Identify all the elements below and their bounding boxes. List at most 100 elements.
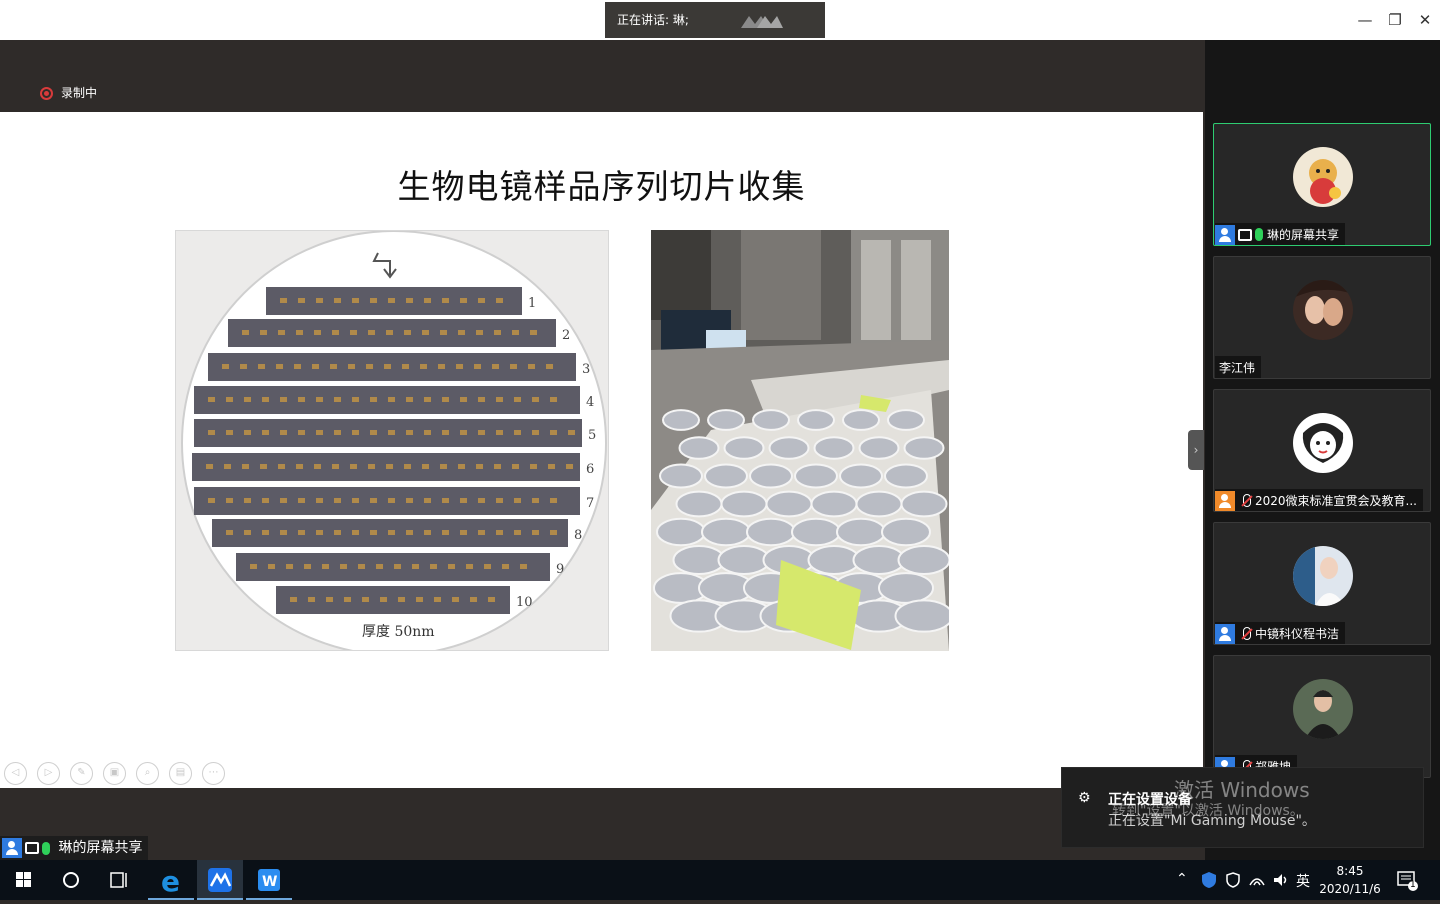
notification-icon bbox=[1397, 871, 1418, 891]
ime-indicator[interactable]: 英 bbox=[1296, 871, 1310, 891]
section-slice bbox=[352, 498, 359, 503]
section-slice bbox=[458, 330, 465, 335]
search-button[interactable] bbox=[48, 860, 94, 900]
edge-icon: e bbox=[161, 865, 180, 898]
petri-dish bbox=[884, 463, 928, 489]
section-slice bbox=[286, 564, 293, 569]
more-icon[interactable]: ⋯ bbox=[202, 762, 225, 785]
petri-dish bbox=[768, 436, 810, 460]
section-slice bbox=[316, 430, 323, 435]
network-tray-icon[interactable] bbox=[1248, 871, 1266, 893]
section-slice bbox=[388, 530, 395, 535]
previous-slide-icon[interactable]: ◁ bbox=[4, 762, 27, 785]
petri-dish bbox=[717, 544, 771, 576]
strip-number: 10 bbox=[516, 595, 533, 610]
active-speaker-indicator: 正在讲话: 琳; bbox=[605, 2, 825, 38]
petri-dish bbox=[794, 463, 838, 489]
participant-tile[interactable]: 2020微束标准宣贯会及教育... bbox=[1213, 389, 1431, 512]
section-slice bbox=[244, 397, 251, 402]
section-slice bbox=[262, 430, 269, 435]
section-slice bbox=[430, 564, 437, 569]
section-strip bbox=[194, 386, 580, 414]
participant-tile[interactable]: 郑雅坤 bbox=[1213, 655, 1431, 778]
section-slice bbox=[352, 397, 359, 402]
participant-tile[interactable]: 琳的屏幕共享 bbox=[1213, 123, 1431, 246]
next-slide-icon[interactable]: ▷ bbox=[37, 762, 60, 785]
wps-taskbar-button[interactable]: W bbox=[246, 860, 292, 900]
app-logo-icon bbox=[741, 16, 783, 28]
section-slice bbox=[514, 498, 521, 503]
section-slice bbox=[402, 364, 409, 369]
start-button[interactable] bbox=[0, 860, 46, 900]
petri-dish bbox=[765, 490, 813, 518]
edge-taskbar-button[interactable]: e bbox=[148, 860, 194, 900]
self-label-text: 琳的屏幕共享 bbox=[58, 840, 143, 856]
section-slice bbox=[550, 397, 557, 402]
section-slice bbox=[258, 364, 265, 369]
section-slice bbox=[268, 564, 275, 569]
participant-tile[interactable]: 李江伟 bbox=[1213, 256, 1431, 379]
section-slice bbox=[322, 564, 329, 569]
section-slice bbox=[226, 530, 233, 535]
section-slice bbox=[514, 430, 521, 435]
section-slice bbox=[280, 397, 287, 402]
section-slice bbox=[226, 498, 233, 503]
participant-tile[interactable]: 中镜科仪程书洁 bbox=[1213, 522, 1431, 645]
section-slice bbox=[208, 498, 215, 503]
section-slice bbox=[398, 597, 405, 602]
section-slice bbox=[280, 298, 287, 303]
close-button[interactable]: ✕ bbox=[1412, 8, 1438, 32]
volume-tray-icon[interactable] bbox=[1272, 871, 1290, 893]
section-slice bbox=[460, 530, 467, 535]
petri-dish bbox=[900, 490, 948, 518]
subtitle-icon[interactable]: ▤ bbox=[169, 762, 192, 785]
minimize-button[interactable]: — bbox=[1352, 8, 1378, 32]
collapse-sidebar-button[interactable]: › bbox=[1188, 430, 1204, 470]
petri-dish bbox=[672, 544, 726, 576]
section-slice bbox=[566, 464, 573, 469]
section-strip bbox=[194, 487, 580, 515]
meeting-app-taskbar-button[interactable] bbox=[197, 860, 243, 900]
petri-dish bbox=[662, 409, 700, 431]
avatar bbox=[1293, 413, 1353, 473]
participant-name: 中镜科仪程书洁 bbox=[1255, 626, 1340, 641]
host-icon bbox=[1215, 224, 1235, 245]
mic-off-icon bbox=[1243, 494, 1251, 507]
zoom-icon[interactable]: ⌕ bbox=[136, 762, 159, 785]
svg-text:W: W bbox=[262, 874, 277, 890]
show-hidden-icons-button[interactable]: ⌃ bbox=[1176, 871, 1188, 887]
section-slice bbox=[278, 464, 285, 469]
section-slice bbox=[434, 597, 441, 602]
system-clock[interactable]: 8:45 2020/11/6 bbox=[1318, 862, 1382, 898]
defender-tray-icon[interactable] bbox=[1224, 871, 1242, 893]
petri-dish bbox=[903, 436, 945, 460]
security-tray-icon[interactable] bbox=[1200, 871, 1218, 893]
slides-grid-icon[interactable]: ▣ bbox=[103, 762, 126, 785]
section-slice bbox=[528, 364, 535, 369]
restore-button[interactable]: ❐ bbox=[1382, 8, 1408, 32]
section-slice bbox=[514, 397, 521, 402]
section-slice bbox=[422, 464, 429, 469]
mic-on-icon[interactable] bbox=[42, 841, 50, 855]
section-slice bbox=[474, 364, 481, 369]
section-slice bbox=[442, 530, 449, 535]
section-slice bbox=[420, 364, 427, 369]
section-slice bbox=[406, 397, 413, 402]
section-slice bbox=[412, 564, 419, 569]
pen-icon[interactable]: ✎ bbox=[70, 762, 93, 785]
section-slice bbox=[334, 397, 341, 402]
section-slice bbox=[512, 330, 519, 335]
section-slice bbox=[440, 330, 447, 335]
section-slice bbox=[494, 464, 501, 469]
participant-name: 2020微束标准宣贯会及教育... bbox=[1255, 493, 1417, 508]
section-slice bbox=[492, 364, 499, 369]
recording-indicator: 录制中 bbox=[40, 86, 97, 100]
section-slice bbox=[470, 597, 477, 602]
section-slice bbox=[496, 498, 503, 503]
action-center-button[interactable]: 1 bbox=[1396, 868, 1420, 892]
section-slice bbox=[276, 364, 283, 369]
section-slice bbox=[458, 464, 465, 469]
section-slice bbox=[388, 397, 395, 402]
task-view-button[interactable] bbox=[96, 860, 142, 900]
section-slice bbox=[380, 597, 387, 602]
